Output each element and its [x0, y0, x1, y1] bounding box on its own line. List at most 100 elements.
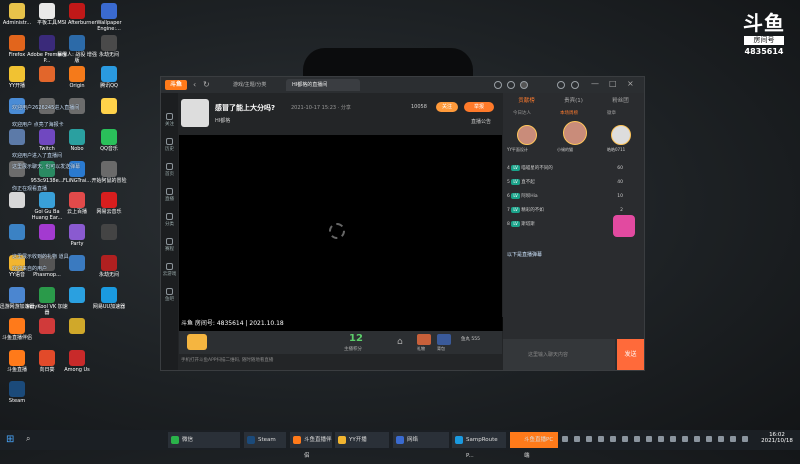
tab-contribution[interactable]: 贡献榜	[503, 96, 550, 104]
clock[interactable]: 16:02 2021/10/18	[760, 432, 794, 444]
settings-icon[interactable]	[571, 81, 579, 89]
close-icon[interactable]: ×	[627, 79, 634, 88]
fan-badge: LV	[511, 193, 520, 199]
app-icon	[101, 3, 117, 19]
app-icon	[101, 66, 117, 82]
taskbar-button[interactable]: 微信	[168, 432, 240, 448]
gift-box-icon[interactable]: ⌂	[397, 337, 403, 347]
minimize-icon[interactable]: —	[591, 79, 599, 88]
tray-icon-7[interactable]	[634, 436, 640, 442]
stream-meta: 2021-10-17 15:23 · 分享	[291, 105, 351, 111]
history-icon[interactable]	[494, 81, 502, 89]
desktop-icon[interactable]: 腾讯QQ	[88, 66, 130, 89]
tray-icon-14[interactable]	[718, 436, 724, 442]
report-button[interactable]: 举报	[464, 102, 494, 112]
tab-room[interactable]: HI都格的直播间	[286, 79, 360, 91]
search-icon[interactable]: ⌕	[26, 434, 30, 444]
top1-avatar[interactable]	[517, 125, 537, 145]
tray-icon-5[interactable]	[610, 436, 616, 442]
taskbar-button[interactable]: SampRoute P...	[452, 432, 506, 459]
back-icon[interactable]: ‹	[193, 80, 196, 89]
player-bottom-bar: 12 主播积分 ⌂ 礼物 背包 鱼丸 555	[179, 331, 502, 354]
rank-name: 精彩的不如	[521, 208, 544, 213]
nav-item[interactable]: 云游戏	[161, 263, 178, 277]
gift-icon[interactable]	[417, 334, 431, 345]
desktop-icon[interactable]: Among Us	[56, 349, 98, 373]
desktop-icon[interactable]	[88, 97, 130, 115]
tray-icon-11[interactable]	[682, 436, 688, 442]
rank-col-0[interactable]: 今日达人	[513, 110, 531, 116]
avatar-icon[interactable]	[520, 81, 528, 89]
desktop-icon[interactable]: 永劫无间	[88, 34, 130, 58]
desktop-icon[interactable]: 开始阿鼠的冒险	[88, 160, 130, 184]
top2-avatar[interactable]	[563, 121, 587, 145]
desktop-icon[interactable]	[56, 318, 98, 335]
nav-item[interactable]: 直播	[161, 188, 178, 202]
nav-icon	[166, 138, 173, 145]
app-icon	[69, 255, 85, 271]
rank-row[interactable]: 5 LV 直不起 40	[507, 177, 637, 188]
top2-name: 小锡的猫	[557, 147, 573, 152]
streamer-avatar[interactable]	[181, 99, 209, 127]
tray-icon-16[interactable]	[742, 436, 748, 442]
nav-item[interactable]: 鱼吧	[161, 288, 178, 302]
taskbar-button[interactable]: 网络	[393, 432, 449, 448]
chat-input[interactable]: 这里输入聊天内容	[528, 351, 568, 358]
desktop-icon[interactable]: 网易云音乐	[88, 192, 130, 215]
rank-col-2[interactable]: 徽章	[607, 110, 616, 116]
rank-row[interactable]: 4 LV 喵喵星的不同的 60	[507, 163, 637, 174]
rank-col-1[interactable]: 本场周榜	[560, 110, 578, 116]
nav-item[interactable]: 分类	[161, 213, 178, 227]
desktop-icon[interactable]: Steam	[0, 381, 38, 404]
tray-icon-1[interactable]	[562, 436, 568, 442]
top3-avatar[interactable]	[611, 125, 631, 145]
desktop-icon[interactable]: Wallpaper Engine:...	[88, 3, 130, 32]
tray-icon-4[interactable]	[598, 436, 604, 442]
video-player[interactable]	[179, 135, 502, 331]
refresh-icon[interactable]: ↻	[203, 80, 210, 89]
taskbar-button[interactable]: 斗鱼直播伴侣	[290, 432, 332, 459]
desktop-icon[interactable]: 网易UU加速器	[88, 286, 130, 310]
gift-promo-icon[interactable]	[613, 215, 635, 237]
send-button[interactable]: 发送	[617, 339, 644, 370]
app-icon	[9, 129, 25, 145]
tray-icon-9[interactable]	[658, 436, 664, 442]
tab-fans[interactable]: 粉丝团	[597, 96, 644, 104]
taskbar-button[interactable]: Steam	[244, 432, 286, 448]
loading-spinner	[329, 223, 345, 239]
nav-item[interactable]: 赛程	[161, 238, 178, 252]
tray-icon-12[interactable]	[694, 436, 700, 442]
nav-icon	[166, 288, 173, 295]
watermark-logo: 斗鱼	[743, 11, 785, 35]
favorite-icon[interactable]	[507, 81, 515, 89]
app-icon	[101, 34, 117, 51]
tray-icon-2[interactable]	[574, 436, 580, 442]
taskbar-button[interactable]: YY开播	[335, 432, 389, 448]
tray-icon-8[interactable]	[646, 436, 652, 442]
nav-item[interactable]: 首页	[161, 163, 178, 177]
tray-icon-15[interactable]	[730, 436, 736, 442]
tray-icon-13[interactable]	[706, 436, 712, 442]
streamer-name[interactable]: HI都格	[215, 117, 230, 124]
taskbar-button[interactable]: 斗鱼直播PC端	[510, 432, 558, 459]
maximize-icon[interactable]: □	[609, 79, 617, 88]
tab-category[interactable]: 游戏/主题/分类	[227, 79, 272, 91]
overlay-chat-line: 欢迎用户 点亮了海报卡	[12, 122, 64, 128]
desktop-icon[interactable]: QQ音乐	[88, 129, 130, 152]
backpack-icon[interactable]	[437, 334, 451, 345]
desktop-icon[interactable]: 永劫无间	[88, 255, 130, 278]
tray-icon-10[interactable]	[670, 436, 676, 442]
nav-item[interactable]: 历史	[161, 138, 178, 152]
tray-icon-6[interactable]	[622, 436, 628, 442]
rank-number: 6	[507, 194, 510, 199]
overlay-chat-line: 这里展示聊天, 也可以发送弹幕	[12, 164, 81, 170]
desktop-icon[interactable]	[88, 223, 130, 241]
windows-start-icon[interactable]: ⊞	[6, 434, 14, 445]
notice-button[interactable]: 直播公告	[471, 118, 491, 125]
follow-button[interactable]: 关注	[436, 102, 458, 112]
nav-item[interactable]: 关注	[161, 113, 178, 127]
tray-icon-3[interactable]	[586, 436, 592, 442]
rank-row[interactable]: 6 LV 阿坝Hia 10	[507, 191, 637, 202]
skin-icon[interactable]	[557, 81, 565, 89]
tab-vip[interactable]: 贵宾(1)	[550, 96, 597, 104]
